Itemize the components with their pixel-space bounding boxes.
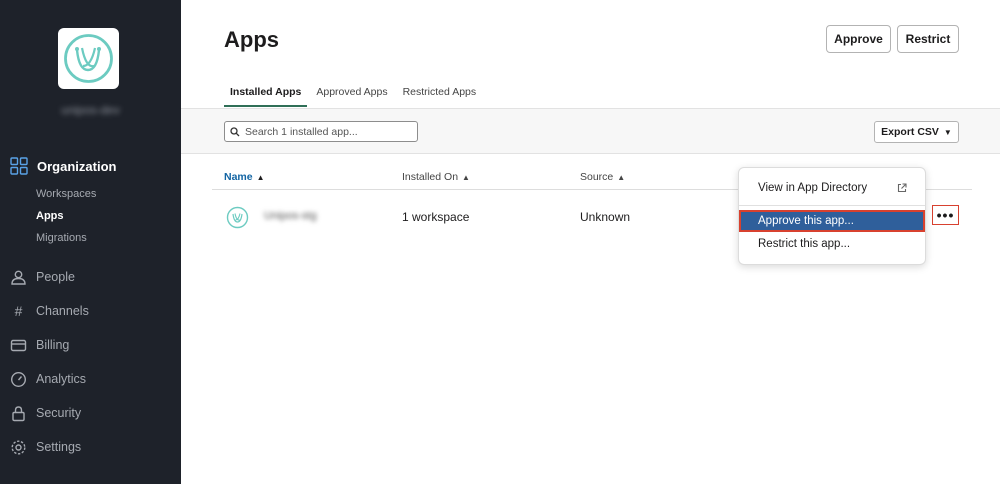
menu-item-label: View in App Directory (758, 182, 868, 194)
sidebar-item-security[interactable]: Security (10, 403, 81, 423)
sidebar-item-organization[interactable]: Organization (10, 156, 116, 176)
sidebar-item-billing[interactable]: Billing (10, 335, 69, 355)
column-header-installed-on[interactable]: Installed On ▲ (402, 171, 470, 183)
sort-up-icon: ▲ (256, 172, 265, 182)
installed-on-value: 1 workspace (402, 210, 470, 224)
external-link-icon (897, 183, 907, 193)
column-header-label: Source (580, 171, 614, 183)
sidebar-item-label: Billing (36, 338, 70, 352)
sort-up-icon: ▲ (617, 172, 626, 182)
sidebar-item-label: Settings (36, 440, 82, 454)
approve-button[interactable]: Approve (826, 25, 891, 53)
export-csv-label: Export CSV (881, 126, 939, 138)
page-title: Apps (224, 27, 279, 52)
tab-restricted-apps[interactable]: Restricted Apps (397, 76, 483, 107)
sidebar-sub-item-apps[interactable]: Apps (36, 210, 64, 222)
sidebar-item-analytics[interactable]: Analytics (10, 369, 86, 389)
restrict-button[interactable]: Restrict (897, 25, 959, 53)
ellipsis-icon: ••• (936, 207, 955, 223)
sidebar-item-label: Organization (37, 158, 117, 174)
sidebar-item-channels[interactable]: # Channels (10, 301, 89, 321)
tab-bar: Installed Apps Approved Apps Restricted … (224, 76, 485, 108)
org-logo-icon (64, 34, 113, 83)
tab-installed-apps[interactable]: Installed Apps (224, 76, 308, 107)
sidebar-sub-item-workspaces[interactable]: Workspaces (36, 188, 96, 200)
card-icon (10, 339, 27, 351)
column-header-source[interactable]: Source ▲ (580, 171, 625, 183)
menu-item-approve-this-app[interactable]: Approve this app... (739, 210, 925, 232)
sidebar-sub-item-migrations[interactable]: Migrations (36, 232, 87, 244)
more-actions-button[interactable]: ••• (932, 205, 959, 225)
grid-icon (10, 157, 28, 175)
sidebar-item-people[interactable]: People (10, 267, 75, 287)
sidebar-item-label: Security (36, 406, 82, 420)
hash-icon: # (14, 303, 23, 319)
gear-icon (11, 439, 26, 455)
menu-item-restrict-this-app[interactable]: Restrict this app... (739, 233, 925, 255)
menu-item-view-in-app-directory[interactable]: View in App Directory (739, 177, 925, 199)
column-header-label: Name (224, 171, 253, 183)
search-box[interactable] (224, 121, 418, 142)
column-header-name[interactable]: Name ▲ (224, 171, 265, 183)
source-value: Unknown (580, 210, 631, 224)
person-icon (11, 270, 26, 285)
sort-up-icon: ▲ (462, 172, 470, 182)
table-toolbar: Export CSV ▼ (181, 108, 1000, 154)
app-name[interactable]: Unipos-stg (264, 210, 317, 222)
sidebar-item-label: Analytics (36, 372, 87, 386)
sidebar: unipos-dev Organization Workspaces Apps … (0, 0, 181, 484)
menu-divider (739, 205, 925, 206)
export-csv-button[interactable]: Export CSV ▼ (874, 121, 959, 143)
search-icon (230, 126, 240, 136)
app-logo-icon (226, 206, 249, 229)
search-input[interactable] (245, 125, 410, 138)
gauge-icon (10, 371, 27, 387)
column-header-label: Installed On (402, 171, 459, 183)
sidebar-item-settings[interactable]: Settings (10, 437, 81, 457)
row-actions-menu: View in App Directory Approve this app..… (738, 167, 926, 265)
lock-icon (12, 405, 25, 421)
org-name: unipos-dev (61, 103, 120, 117)
caret-down-icon: ▼ (943, 127, 952, 137)
sidebar-item-label: Channels (36, 304, 89, 318)
sidebar-item-label: People (36, 270, 75, 284)
org-logo[interactable] (58, 28, 119, 89)
tab-approved-apps[interactable]: Approved Apps (310, 76, 393, 107)
